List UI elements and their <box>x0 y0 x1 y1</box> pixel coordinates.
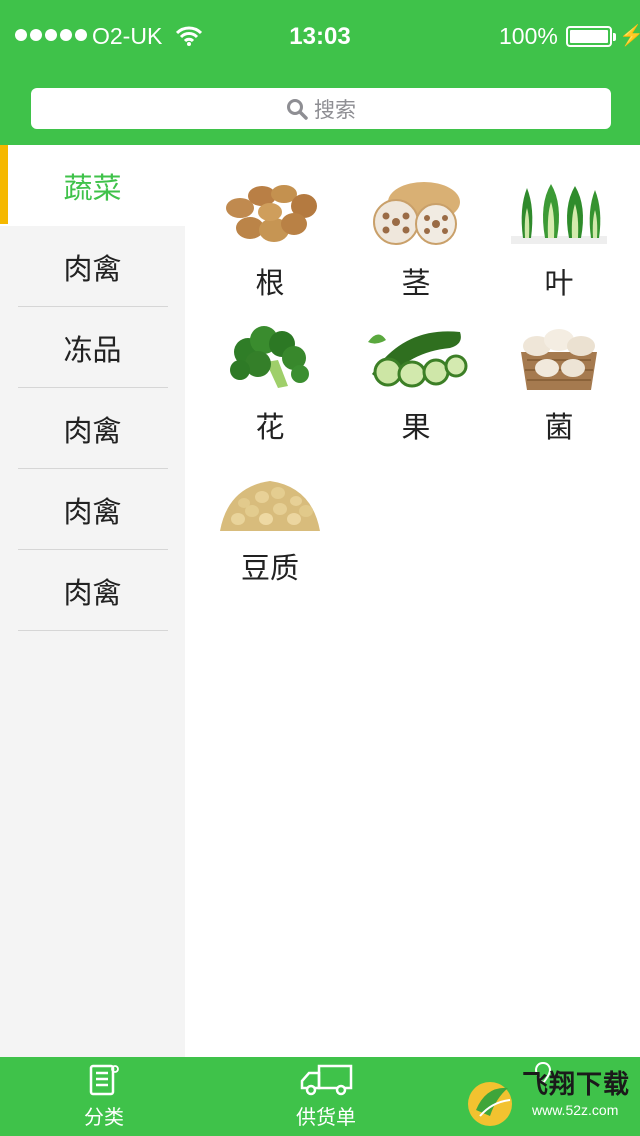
subcategory-label: 豆质 <box>240 551 299 585</box>
sidebar-item-meat-poultry[interactable]: 肉禽 <box>0 388 185 469</box>
bok-choy-image <box>511 184 607 244</box>
subcategory-label: 果 <box>401 410 431 444</box>
subcategory-label: 根 <box>255 266 285 300</box>
watermark: 飞翔下载 www.52z.com <box>466 1062 636 1132</box>
search-icon <box>287 98 308 120</box>
tab-supply-order[interactable]: 供货单 <box>276 1057 376 1136</box>
subcategory-grid: 根 茎 叶 花 果 菌 豆质 <box>185 145 640 1057</box>
sidebar-item-label: 肉禽 <box>63 413 122 448</box>
sidebar-item-label: 肉禽 <box>63 494 122 529</box>
mushroom-image <box>521 329 597 390</box>
broccoli-image <box>230 326 309 388</box>
subcategory-root[interactable]: 根 <box>195 178 345 302</box>
potato-image <box>226 185 317 242</box>
subcategory-fruit[interactable]: 果 <box>341 322 491 446</box>
tab-category[interactable]: 分类 <box>64 1057 144 1136</box>
subcategory-stem[interactable]: 茎 <box>341 178 491 302</box>
sidebar-item-frozen[interactable]: 冻品 <box>0 307 185 388</box>
subcategory-fungus[interactable]: 菌 <box>484 322 634 446</box>
sidebar-item-meat-poultry[interactable]: 肉禽 <box>0 226 185 307</box>
cucumber-image <box>368 331 468 388</box>
subcategory-leaf[interactable]: 叶 <box>484 178 634 302</box>
watermark-url: www.52z.com <box>532 1102 619 1118</box>
sidebar-item-meat-poultry[interactable]: 肉禽 <box>0 469 185 550</box>
list-icon <box>89 1064 119 1096</box>
watermark-logo-icon <box>468 1082 512 1126</box>
subcategory-flower[interactable]: 花 <box>195 322 345 446</box>
truck-icon <box>300 1064 353 1096</box>
search-bar[interactable]: 搜索 <box>31 88 611 129</box>
sidebar-item-meat-poultry[interactable]: 肉禽 <box>0 550 185 631</box>
battery-icon <box>566 26 616 47</box>
tab-label: 分类 <box>84 1105 124 1129</box>
sidebar-item-label: 肉禽 <box>63 251 122 286</box>
soybean-image <box>220 481 320 531</box>
search-placeholder: 搜索 <box>314 97 356 122</box>
tab-label: 供货单 <box>296 1105 356 1129</box>
sidebar-item-vegetables[interactable]: 蔬菜 <box>0 145 185 226</box>
subcategory-label: 叶 <box>544 266 574 300</box>
category-sidebar: 蔬菜 肉禽 冻品 肉禽 肉禽 肉禽 <box>0 145 185 1057</box>
charging-icon: ⚡ <box>619 25 640 47</box>
status-bar: O2-UK 13:03 100% ⚡ <box>0 0 640 72</box>
sidebar-item-label: 肉禽 <box>63 575 122 610</box>
subcategory-label: 菌 <box>544 410 574 444</box>
header: O2-UK 13:03 100% ⚡ 搜索 <box>0 0 640 145</box>
sidebar-item-label: 蔬菜 <box>63 170 122 205</box>
lotus-root-image <box>373 182 460 245</box>
battery-percent: 100% <box>499 23 558 49</box>
subcategory-label: 花 <box>255 410 285 444</box>
subcategory-label: 茎 <box>401 266 431 300</box>
watermark-text: 飞翔下载 <box>522 1069 631 1099</box>
subcategory-bean[interactable]: 豆质 <box>195 463 345 587</box>
sidebar-item-label: 冻品 <box>63 332 122 367</box>
